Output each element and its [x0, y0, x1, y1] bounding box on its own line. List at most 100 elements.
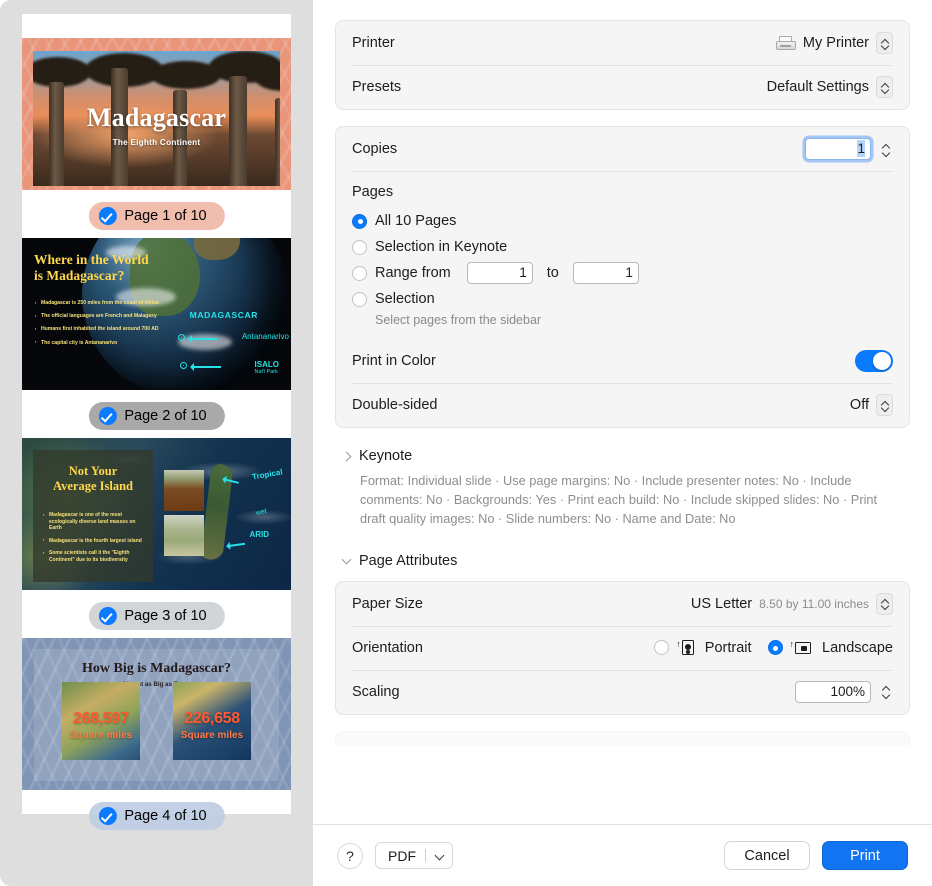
copies-input[interactable]: 1 [805, 138, 871, 160]
checkmark-icon [98, 407, 117, 425]
printer-row[interactable]: Printer My Printer [336, 21, 909, 65]
presets-row[interactable]: Presets Default Settings [336, 65, 909, 109]
list-item: Madagascar is one of the most ecological… [43, 512, 147, 532]
slide-preview-4: How Big is Madagascar? Almost as Big as … [22, 638, 291, 790]
copies-stepper[interactable] [878, 136, 893, 162]
checkmark-icon [98, 807, 117, 825]
scaling-stepper[interactable] [878, 679, 893, 705]
help-button[interactable]: ? [337, 842, 363, 869]
pages-option-all[interactable]: All 10 Pages [352, 208, 893, 234]
radio-portrait[interactable] [654, 640, 670, 656]
slide-2-arrow-park [190, 363, 221, 370]
chevron-right-icon[interactable] [341, 451, 351, 461]
slide-2-marker-capital [178, 334, 185, 341]
print-button[interactable]: Print [822, 841, 908, 870]
checkmark-icon [98, 207, 117, 225]
orientation-portrait-label: Portrait [704, 639, 752, 656]
thumbnail-page-2[interactable]: Where in the World is Madagascar? Madaga… [22, 214, 291, 430]
double-sided-popup-chevron-icon[interactable] [876, 394, 893, 416]
paper-size-dimensions: 8.50 by 11.00 inches [759, 596, 869, 611]
list-item: Humans first inhabited the island around… [35, 326, 167, 333]
paper-size-label: Paper Size [352, 595, 423, 612]
scaling-input[interactable]: 100% [795, 680, 871, 703]
orientation-portrait-option[interactable]: ↑ Portrait [654, 639, 752, 656]
radio-all-pages[interactable] [352, 213, 367, 229]
range-from-input[interactable]: 1 [466, 262, 533, 284]
printer-settings-group: Printer My Printer Presets Default Setti… [335, 20, 910, 110]
double-sided-row[interactable]: Double-sided Off [336, 383, 909, 427]
printer-popup-chevron-icon[interactable] [876, 32, 893, 54]
orientation-landscape-option[interactable]: ↑ Landscape [767, 640, 893, 656]
page-attributes-disclosure-section[interactable]: Page Attributes Paper Size US Letter 8.5… [335, 549, 910, 715]
slide-2-country-label: MADAGASCAR [189, 310, 258, 320]
scaling-label: Scaling [352, 683, 400, 700]
radio-selection-in-keynote[interactable] [352, 239, 367, 255]
print-in-color-row[interactable]: Print in Color [336, 339, 909, 383]
pages-option-selection[interactable]: Selection [352, 286, 893, 312]
print-in-color-label: Print in Color [352, 353, 436, 369]
cancel-button[interactable]: Cancel [724, 841, 810, 870]
pdf-button[interactable]: PDF [375, 842, 453, 869]
page-attributes-group: Paper Size US Letter 8.50 by 11.00 inche… [335, 580, 910, 715]
print-options-panel: Printer My Printer Presets Default Setti… [313, 0, 932, 886]
print-dialog-window: Madagascar The Eighth Continent Page 1 o… [0, 0, 932, 886]
scaling-row[interactable]: Scaling 100% [336, 669, 909, 714]
print-options-scroll-area[interactable]: Printer My Printer Presets Default Setti… [313, 0, 932, 824]
slide-1-subtitle: The Eighth Continent [112, 138, 201, 148]
radio-selection[interactable] [352, 291, 367, 307]
copies-input-value: 1 [857, 140, 865, 157]
dialog-footer: ? PDF Cancel Print [313, 824, 932, 886]
slide-4-title: How Big is Madagascar? [82, 661, 231, 676]
range-to-input[interactable]: 1 [572, 262, 639, 284]
paper-size-row[interactable]: Paper Size US Letter 8.50 by 11.00 inche… [336, 582, 909, 626]
copies-row[interactable]: Copies 1 [336, 127, 909, 171]
slide-3-photo-tropical [164, 470, 204, 511]
radio-range-from[interactable] [352, 265, 367, 281]
slide-preview-3: Not Your Average Island Madagascar is on… [22, 438, 291, 590]
radio-landscape[interactable] [767, 640, 783, 656]
page-badge-label: Page 1 of 10 [124, 208, 207, 224]
portrait-page-icon: ↑ [676, 640, 694, 656]
scaling-value: 100% [830, 683, 865, 699]
double-sided-value: Off [849, 397, 869, 413]
presets-label: Presets [352, 79, 402, 95]
copies-pages-group: Copies 1 Pages All 10 Pages Selection in… [335, 126, 910, 428]
scroll-fade [313, 802, 932, 824]
pages-title: Pages [352, 184, 394, 200]
keynote-settings-summary: Format: Individual slide · Use page marg… [360, 473, 878, 526]
checkmark-icon [98, 607, 117, 625]
slide-3-photo-arid [164, 515, 204, 556]
printer-value: My Printer [802, 35, 869, 51]
thumbnail-page-4[interactable]: How Big is Madagascar? Almost as Big as … [22, 614, 291, 830]
range-to-word: to [546, 265, 559, 281]
page-thumbnail-sidebar[interactable]: Madagascar The Eighth Continent Page 1 o… [0, 0, 313, 886]
paper-size-popup-chevron-icon[interactable] [876, 592, 893, 615]
page-badge-4[interactable]: Page 4 of 10 [88, 802, 225, 830]
paper-size-value: US Letter [690, 595, 753, 612]
presets-popup-chevron-icon[interactable] [876, 76, 893, 98]
page-badge-1[interactable]: Page 1 of 10 [88, 202, 225, 230]
print-in-color-toggle[interactable] [855, 350, 893, 372]
chevron-down-icon[interactable] [341, 556, 351, 566]
chevron-down-icon[interactable] [435, 853, 444, 859]
slide-3-bullets: Madagascar is one of the most ecological… [43, 512, 147, 570]
thumbnail-page-3[interactable]: Not Your Average Island Madagascar is on… [22, 414, 291, 630]
pages-option-selection-in-app[interactable]: Selection in Keynote [352, 234, 893, 260]
page-badge-3[interactable]: Page 3 of 10 [88, 602, 225, 630]
presets-value: Default Settings [766, 79, 869, 95]
orientation-row[interactable]: Orientation ↑ Portrait ↑ Landscape [336, 625, 909, 670]
list-item: The official languages are French and Ma… [35, 313, 167, 320]
slide-1-title: Madagascar [86, 103, 227, 133]
slide-3-text-panel: Not Your Average Island Madagascar is on… [33, 450, 153, 582]
slide-2-arrow-capital [188, 335, 217, 342]
selection-hint: Select pages from the sidebar [375, 313, 542, 327]
keynote-disclosure-header[interactable]: Keynote [335, 444, 910, 468]
pages-option-range[interactable]: Range from 1 to 1 [352, 260, 893, 286]
thumbnail-page-1[interactable]: Madagascar The Eighth Continent Page 1 o… [22, 14, 291, 230]
keynote-disclosure-section[interactable]: Keynote Format: Individual slide · Use p… [335, 444, 910, 529]
slide-4-map-madagascar: 226,658 Square miles [173, 682, 251, 760]
page-badge-2[interactable]: Page 2 of 10 [88, 402, 225, 430]
page-attributes-disclosure-header[interactable]: Page Attributes [335, 549, 910, 573]
orientation-label: Orientation [352, 639, 423, 656]
slide-2-marker-park [180, 362, 187, 369]
